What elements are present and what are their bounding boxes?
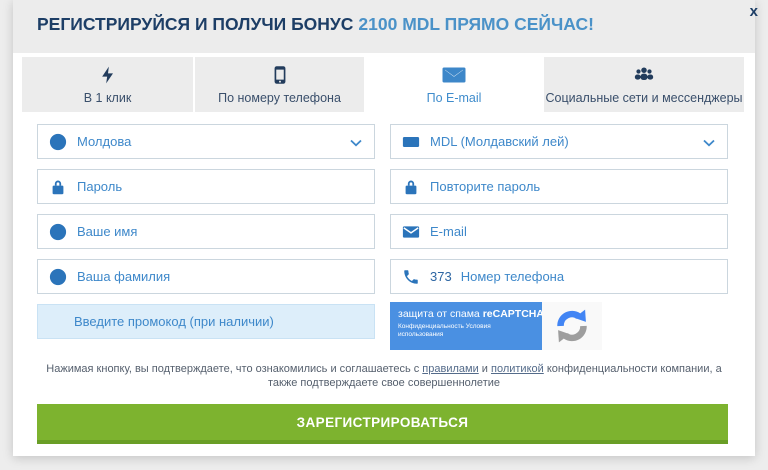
tab-email[interactable]: По E-mail [366, 57, 542, 112]
user-icon [49, 223, 67, 241]
chevron-down-icon [350, 139, 362, 147]
currency-value: MDL (Молдавский лей) [430, 134, 727, 149]
registration-tabs: В 1 клик По номеру телефона По E-mail Со… [22, 57, 746, 112]
register-button[interactable]: ЗАРЕГИСТРИРОВАТЬСЯ [37, 404, 728, 444]
recaptcha-links: Конфиденциальность Условия использования [398, 323, 535, 339]
password-field-wrap [37, 169, 375, 204]
privacy-policy-link[interactable]: политикой [491, 363, 544, 375]
page-title: РЕГИСТРИРУЙСЯ И ПОЛУЧИ БОНУС2100 MDL ПРЯ… [37, 14, 594, 35]
terms-disclaimer: Нажимая кнопку, вы подтверждаете, что оз… [34, 362, 734, 390]
email-input[interactable] [430, 224, 727, 239]
title-main: РЕГИСТРИРУЙСЯ И ПОЛУЧИ БОНУС [37, 14, 353, 34]
recaptcha-brand: reCAPTCHA [483, 308, 544, 320]
recaptcha-privacy-link[interactable]: Конфиденциальность [398, 323, 464, 330]
user-icon [49, 268, 67, 286]
lock-icon [49, 178, 67, 196]
first-name-input[interactable] [77, 224, 374, 239]
recaptcha-info-panel: защита от спама reCAPTCHA Конфиденциальн… [390, 302, 542, 350]
tab-one-click[interactable]: В 1 клик [22, 57, 193, 112]
envelope-icon [402, 223, 420, 241]
banknote-icon [402, 133, 420, 151]
password-repeat-input[interactable] [430, 179, 727, 194]
rules-link[interactable]: правилами [422, 363, 478, 375]
lock-icon [402, 178, 420, 196]
phone-field-wrap: 373 [390, 259, 728, 294]
first-name-field-wrap [37, 214, 375, 249]
tab-phone[interactable]: По номеру телефона [195, 57, 364, 112]
tab-label: В 1 клик [84, 91, 132, 105]
country-select[interactable]: Молдова [37, 124, 375, 159]
email-field-wrap [390, 214, 728, 249]
lightning-icon [98, 64, 118, 86]
close-icon[interactable]: x [750, 4, 758, 20]
promo-code-input[interactable] [38, 314, 374, 329]
phone-icon [402, 268, 420, 286]
last-name-field-wrap [37, 259, 375, 294]
tab-social[interactable]: Социальные сети и мессенджеры [544, 57, 744, 112]
tab-label: По E-mail [427, 91, 482, 105]
envelope-icon [442, 64, 466, 86]
chevron-down-icon [703, 139, 715, 147]
recaptcha-title: защита от спама reCAPTCHA [398, 308, 535, 320]
password-repeat-field-wrap [390, 169, 728, 204]
globe-icon [49, 133, 67, 151]
currency-select[interactable]: MDL (Молдавский лей) [390, 124, 728, 159]
people-icon [632, 64, 656, 86]
smartphone-icon [270, 64, 290, 86]
promo-code-field-wrap [37, 304, 375, 339]
registration-popup: РЕГИСТРИРУЙСЯ И ПОЛУЧИ БОНУС2100 MDL ПРЯ… [0, 0, 768, 470]
tab-label: По номеру телефона [218, 91, 341, 105]
country-value: Молдова [77, 134, 374, 149]
tab-label: Социальные сети и мессенджеры [545, 91, 742, 105]
password-input[interactable] [77, 179, 374, 194]
registration-modal: РЕГИСТРИРУЙСЯ И ПОЛУЧИ БОНУС2100 MDL ПРЯ… [13, 0, 755, 456]
recaptcha-logo-icon [554, 308, 590, 344]
last-name-input[interactable] [77, 269, 374, 284]
recaptcha-logo-panel [542, 302, 602, 350]
header-band: РЕГИСТРИРУЙСЯ И ПОЛУЧИ БОНУС2100 MDL ПРЯ… [13, 0, 755, 53]
recaptcha-widget: защита от спама reCAPTCHA Конфиденциальн… [390, 302, 602, 350]
phone-input[interactable] [461, 269, 727, 284]
title-bonus: 2100 MDL ПРЯМО СЕЙЧАС! [358, 14, 594, 34]
phone-country-code: 373 [430, 269, 452, 284]
